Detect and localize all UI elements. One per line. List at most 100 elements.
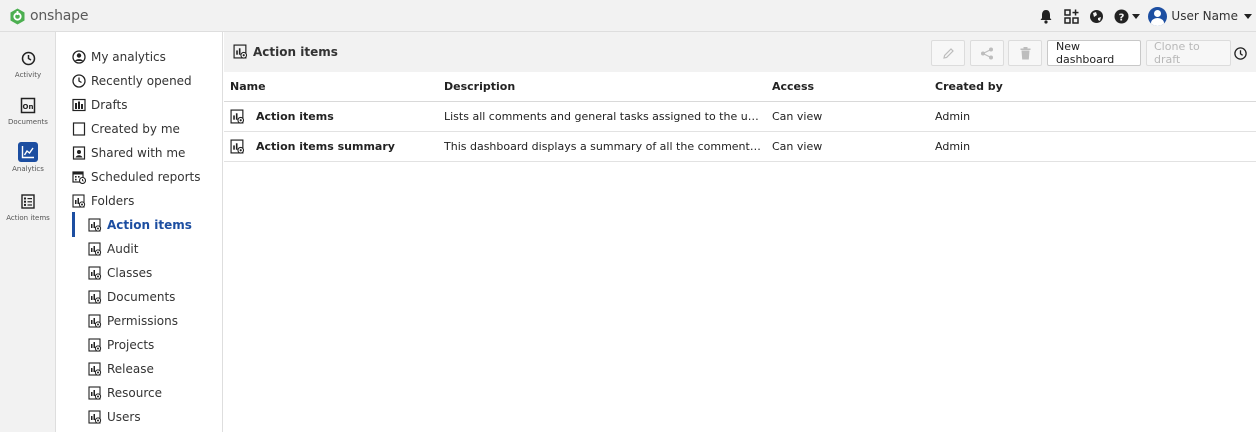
tree-item-my-analytics[interactable]: My analytics [72, 46, 166, 68]
tree-item-label: Release [107, 362, 154, 376]
new-dashboard-button[interactable]: New dashboard [1047, 40, 1141, 66]
content-toolbar: Action items New dashboard Clone to draf… [224, 32, 1256, 72]
globe-icon[interactable] [1088, 8, 1104, 24]
row-access: Can view [772, 110, 823, 123]
apps-icon[interactable] [1063, 8, 1079, 24]
onshape-logo-icon [10, 8, 25, 24]
page-title-wrap: Action items [233, 44, 338, 59]
checklist-icon [18, 191, 38, 211]
tree-item-label: My analytics [91, 50, 166, 64]
tree-item-documents[interactable]: Documents [88, 286, 175, 308]
rail-item-analytics[interactable]: Analytics [0, 142, 56, 173]
column-header-description[interactable]: Description [444, 80, 515, 93]
dashboard-icon [88, 218, 102, 232]
dashboard-icon [230, 139, 245, 154]
pencil-icon [942, 47, 954, 59]
svg-text:On: On [23, 103, 34, 111]
dashboard-icon [88, 386, 102, 400]
column-header-name[interactable]: Name [230, 80, 266, 93]
shared-icon [72, 146, 86, 160]
tree-item-users[interactable]: Users [88, 406, 141, 428]
tree-item-recently-opened[interactable]: Recently opened [72, 70, 192, 92]
dashboard-icon [88, 290, 102, 304]
tree-item-folders[interactable]: Folders [72, 190, 134, 212]
tree-item-label: Created by me [91, 122, 180, 136]
help-chevron-down-icon[interactable] [1132, 12, 1141, 20]
column-header-created-by[interactable]: Created by [935, 80, 1003, 93]
tree-item-label: Projects [107, 338, 155, 352]
dashboard-icon [88, 266, 102, 280]
history-clock-icon[interactable] [1234, 47, 1247, 60]
tree-item-label: Drafts [91, 98, 128, 112]
tree-item-action-items[interactable]: Action items [88, 214, 192, 236]
dashboard-icon [72, 194, 86, 208]
column-header-access[interactable]: Access [772, 80, 814, 93]
table-row[interactable]: Action items Lists all comments and gene… [224, 102, 1256, 132]
rail-item-action-items[interactable]: Action items [0, 191, 56, 222]
tree-item-permissions[interactable]: Permissions [88, 310, 178, 332]
svg-text:?: ? [1119, 12, 1125, 23]
tree-item-label: Audit [107, 242, 139, 256]
rail-item-label: Action items [6, 214, 50, 222]
user-menu[interactable]: User Name [1148, 6, 1252, 26]
left-rail: Activity On Documents Analytics Action i… [0, 32, 56, 432]
main-content: Action items New dashboard Clone to draf… [224, 32, 1256, 432]
tree-item-shared-with-me[interactable]: Shared with me [72, 142, 185, 164]
tree-item-label: Scheduled reports [91, 170, 201, 184]
dashboard-icon [88, 314, 102, 328]
user-circle-icon [72, 50, 86, 64]
row-description: Lists all comments and general tasks ass… [444, 110, 764, 123]
tree-item-scheduled-reports[interactable]: Scheduled reports [72, 166, 200, 188]
tree-item-label: Documents [107, 290, 176, 304]
help-icon[interactable]: ? [1113, 8, 1129, 24]
dashboard-icon [88, 338, 102, 352]
analytics-tree: My analytics Recently opened Drafts Crea… [57, 32, 223, 432]
tree-item-label: Action items [107, 218, 192, 232]
table-header: Name Description Access Created by [224, 72, 1256, 102]
row-name[interactable]: Action items summary [256, 140, 395, 153]
row-access: Can view [772, 140, 823, 153]
tree-item-projects[interactable]: Projects [88, 334, 154, 356]
tree-item-resource[interactable]: Resource [88, 382, 162, 404]
user-name: User Name [1171, 9, 1238, 23]
tree-item-classes[interactable]: Classes [88, 262, 152, 284]
rail-item-activity[interactable]: Activity [0, 48, 56, 79]
clock-icon [18, 48, 38, 68]
rail-item-documents[interactable]: On Documents [0, 95, 56, 126]
tree-item-label: Resource [107, 386, 163, 400]
row-name[interactable]: Action items [256, 110, 334, 123]
tree-item-label: Users [107, 410, 141, 424]
active-indicator [72, 212, 75, 237]
tree-item-audit[interactable]: Audit [88, 238, 138, 260]
user-chevron-down-icon [1244, 13, 1252, 19]
dashboard-icon [230, 109, 245, 124]
dashboard-icon [233, 44, 248, 59]
table-row[interactable]: Action items summary This dashboard disp… [224, 132, 1256, 162]
top-bar: onshape ? User Name [0, 0, 1256, 32]
tree-item-label: Shared with me [91, 146, 186, 160]
drafts-icon [72, 98, 86, 112]
share-icon [981, 47, 993, 59]
tree-item-label: Permissions [107, 314, 178, 328]
onshape-logo[interactable]: onshape [10, 6, 88, 26]
tree-item-created-by-me[interactable]: Created by me [72, 118, 180, 140]
delete-button[interactable] [1008, 40, 1042, 66]
edit-button[interactable] [931, 40, 965, 66]
page-title: Action items [253, 44, 338, 59]
page-icon [72, 122, 86, 136]
tree-item-label: Recently opened [91, 74, 192, 88]
bell-icon[interactable] [1038, 8, 1054, 24]
clone-to-draft-button[interactable]: Clone to draft [1146, 40, 1231, 66]
rail-item-label: Activity [14, 71, 42, 79]
tree-item-drafts[interactable]: Drafts [72, 94, 128, 116]
dashboard-icon [88, 362, 102, 376]
trash-icon [1020, 46, 1030, 59]
share-button[interactable] [970, 40, 1004, 66]
row-created-by: Admin [935, 110, 971, 123]
tree-item-release[interactable]: Release [88, 358, 154, 380]
analytics-icon [18, 142, 38, 162]
row-description: This dashboard displays a summary of all… [444, 140, 764, 153]
clock-icon [72, 74, 86, 88]
dashboard-icon [88, 242, 102, 256]
rail-item-label: Analytics [12, 165, 44, 173]
